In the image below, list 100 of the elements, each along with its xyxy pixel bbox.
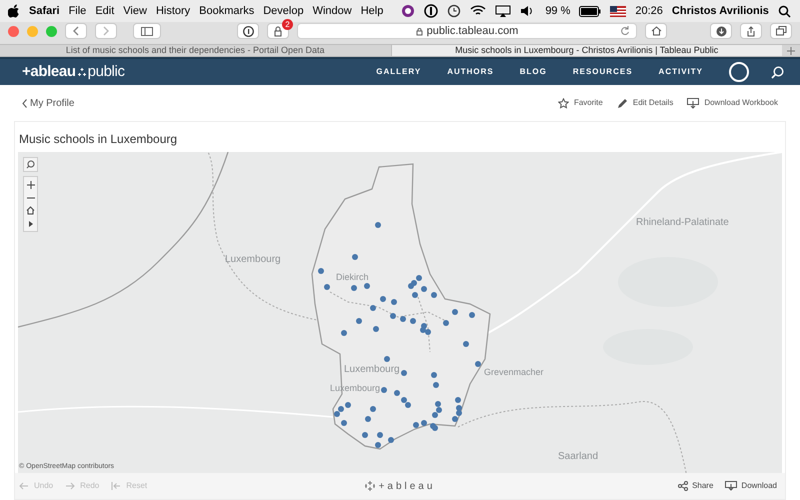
school-marker[interactable] <box>351 285 357 291</box>
school-marker[interactable] <box>356 318 362 324</box>
school-marker[interactable] <box>413 422 419 428</box>
school-marker[interactable] <box>345 402 351 408</box>
school-marker[interactable] <box>421 420 427 426</box>
school-marker[interactable] <box>401 370 407 376</box>
home-button[interactable] <box>25 205 36 216</box>
action-link[interactable]: Download Workbook <box>687 97 778 109</box>
search-icon[interactable] <box>771 66 784 78</box>
search-button[interactable] <box>23 157 38 172</box>
school-marker[interactable] <box>365 416 371 422</box>
school-marker[interactable] <box>416 275 422 281</box>
school-marker[interactable] <box>370 406 376 412</box>
school-marker[interactable] <box>452 309 458 315</box>
menu-item[interactable]: Develop <box>263 2 304 20</box>
reload-icon[interactable] <box>620 26 630 36</box>
school-marker[interactable] <box>455 397 461 403</box>
clock-time[interactable]: 20:26 <box>635 2 663 20</box>
school-marker[interactable] <box>401 397 407 403</box>
back-button[interactable] <box>65 23 87 39</box>
action-link[interactable]: Edit Details <box>616 97 674 109</box>
school-marker[interactable] <box>375 222 381 228</box>
school-marker[interactable] <box>390 313 396 319</box>
school-marker[interactable] <box>400 316 406 322</box>
school-marker[interactable] <box>405 402 411 408</box>
school-marker[interactable] <box>375 442 381 448</box>
tabs-button[interactable] <box>770 23 792 39</box>
logo-text[interactable]: public <box>88 60 125 84</box>
school-marker[interactable] <box>469 312 475 318</box>
menu-item[interactable]: Help <box>360 2 384 20</box>
school-marker[interactable] <box>431 372 437 378</box>
menu-item[interactable]: Window <box>312 2 352 20</box>
menu-item[interactable]: History <box>156 2 190 20</box>
window-control[interactable] <box>8 26 19 36</box>
menu-item[interactable]: View <box>123 2 147 20</box>
school-marker[interactable] <box>377 432 383 438</box>
school-marker[interactable] <box>384 356 390 362</box>
airplay-icon[interactable] <box>495 5 512 17</box>
school-marker[interactable] <box>352 254 358 260</box>
zoom-in-button[interactable] <box>25 179 36 190</box>
extension-button[interactable] <box>237 23 259 39</box>
school-marker[interactable] <box>435 401 441 407</box>
nav-link[interactable]: RESOURCES <box>572 66 633 78</box>
menu-item[interactable]: File <box>68 2 86 20</box>
school-marker[interactable] <box>425 329 431 335</box>
address-bar[interactable]: public.tableau.com <box>297 23 637 39</box>
search-icon[interactable] <box>778 4 791 18</box>
footer-logo[interactable]: +ableau <box>378 478 436 494</box>
sidebar-button[interactable] <box>133 23 161 39</box>
school-marker[interactable] <box>431 292 437 298</box>
school-marker[interactable] <box>380 296 386 302</box>
nav-link[interactable]: AUTHORS <box>447 66 494 78</box>
downloads-button[interactable] <box>710 23 732 39</box>
school-marker[interactable] <box>408 283 414 289</box>
school-marker[interactable] <box>410 318 416 324</box>
toolbar-button[interactable]: Share <box>678 480 714 492</box>
menu-item[interactable]: Bookmarks <box>199 2 254 20</box>
school-marker[interactable] <box>362 432 368 438</box>
school-marker[interactable] <box>341 420 347 426</box>
school-marker[interactable] <box>475 361 481 367</box>
status-icon[interactable] <box>424 4 438 18</box>
school-marker[interactable] <box>364 283 370 289</box>
apple-icon[interactable] <box>8 4 20 18</box>
nav-link[interactable]: GALLERY <box>376 66 422 78</box>
school-marker[interactable] <box>456 410 462 416</box>
school-marker[interactable] <box>432 425 438 431</box>
nav-link[interactable]: ACTIVITY <box>658 66 703 78</box>
logo-text[interactable]: +ableau <box>22 60 76 84</box>
user-name[interactable]: Christos Avrilionis <box>672 2 769 20</box>
action-link[interactable]: Favorite <box>558 97 603 109</box>
school-marker[interactable] <box>394 390 400 396</box>
school-marker[interactable] <box>420 327 426 333</box>
school-marker[interactable] <box>388 437 394 443</box>
battery-icon[interactable] <box>579 6 602 16</box>
flag-icon[interactable] <box>610 6 626 16</box>
school-marker[interactable] <box>436 407 442 413</box>
school-marker[interactable] <box>373 326 379 332</box>
back-link[interactable]: My Profile <box>22 96 74 110</box>
clock-icon[interactable] <box>447 4 462 18</box>
school-marker[interactable] <box>318 268 324 274</box>
school-marker[interactable] <box>433 382 439 388</box>
school-marker[interactable] <box>412 292 418 298</box>
school-marker[interactable] <box>391 299 397 305</box>
school-marker[interactable] <box>463 341 469 347</box>
school-marker[interactable] <box>443 320 449 326</box>
nav-link[interactable]: BLOG <box>520 66 547 78</box>
school-marker[interactable] <box>341 330 347 336</box>
school-marker[interactable] <box>452 416 458 422</box>
school-marker[interactable] <box>421 286 427 292</box>
school-marker[interactable] <box>370 305 376 311</box>
school-marker[interactable] <box>432 412 438 418</box>
toolbar-button[interactable]: Download <box>725 480 777 492</box>
school-marker[interactable] <box>334 411 340 417</box>
school-marker[interactable] <box>456 405 462 411</box>
menu-item[interactable]: Edit <box>95 2 114 20</box>
school-marker[interactable] <box>338 406 344 412</box>
school-marker[interactable] <box>381 387 387 393</box>
browser-tab[interactable]: Music schools in Luxembourg - Christos Avrilionis | Tableau Public <box>390 45 782 56</box>
status-icon[interactable] <box>401 4 416 18</box>
menu-item[interactable]: Safari <box>29 2 60 20</box>
